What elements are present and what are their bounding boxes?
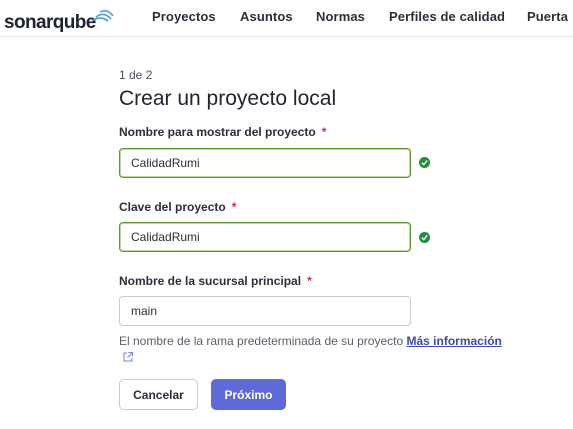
required-mark: * (321, 125, 327, 139)
next-button[interactable]: Próximo (211, 379, 286, 410)
cancel-button[interactable]: Cancelar (119, 379, 198, 410)
project-key-input[interactable]: CalidadRumi (119, 222, 411, 252)
project-key-label-text: Clave del proyecto (119, 200, 226, 214)
main-branch-label-text: Nombre de la sucursal principal (119, 274, 302, 288)
nav-issues[interactable]: Asuntos (240, 9, 293, 24)
nav-rules[interactable]: Normas (316, 9, 365, 24)
display-name-value: CalidadRumi (131, 156, 200, 170)
valid-check-icon (419, 157, 430, 168)
sonar-waves-icon (91, 9, 114, 22)
help-text: El nombre de la rama predeterminada de s… (119, 334, 404, 348)
page-title: Crear un proyecto local (119, 87, 337, 110)
required-mark: * (307, 274, 312, 288)
branch-help-text: El nombre de la rama predeterminada de s… (119, 334, 502, 348)
step-indicator: 1 de 2 (119, 68, 153, 82)
display-name-label-text: Nombre para mostrar del proyecto (119, 125, 316, 139)
nav-projects[interactable]: Proyectos (152, 9, 216, 24)
required-mark: * (231, 200, 237, 214)
valid-check-icon (419, 232, 430, 243)
display-name-label: Nombre para mostrar del proyecto * (119, 125, 326, 139)
more-info-link[interactable]: Más información (407, 334, 502, 348)
project-key-label: Clave del proyecto * (119, 200, 236, 214)
top-navigation-bar: sonarqube Proyectos Asuntos Normas Perfi… (0, 0, 573, 37)
nav-quality-gates[interactable]: Puerta (527, 9, 568, 24)
external-link-icon[interactable] (122, 351, 134, 363)
display-name-input[interactable]: CalidadRumi (119, 148, 411, 178)
main-branch-value: main (131, 304, 158, 318)
main-branch-input[interactable]: main (119, 296, 411, 326)
nav-quality-profiles[interactable]: Perfiles de calidad (389, 9, 505, 24)
main-branch-label: Nombre de la sucursal principal * (119, 274, 312, 288)
logo-text: sonarqube (4, 12, 96, 33)
project-key-value: CalidadRumi (131, 230, 200, 244)
